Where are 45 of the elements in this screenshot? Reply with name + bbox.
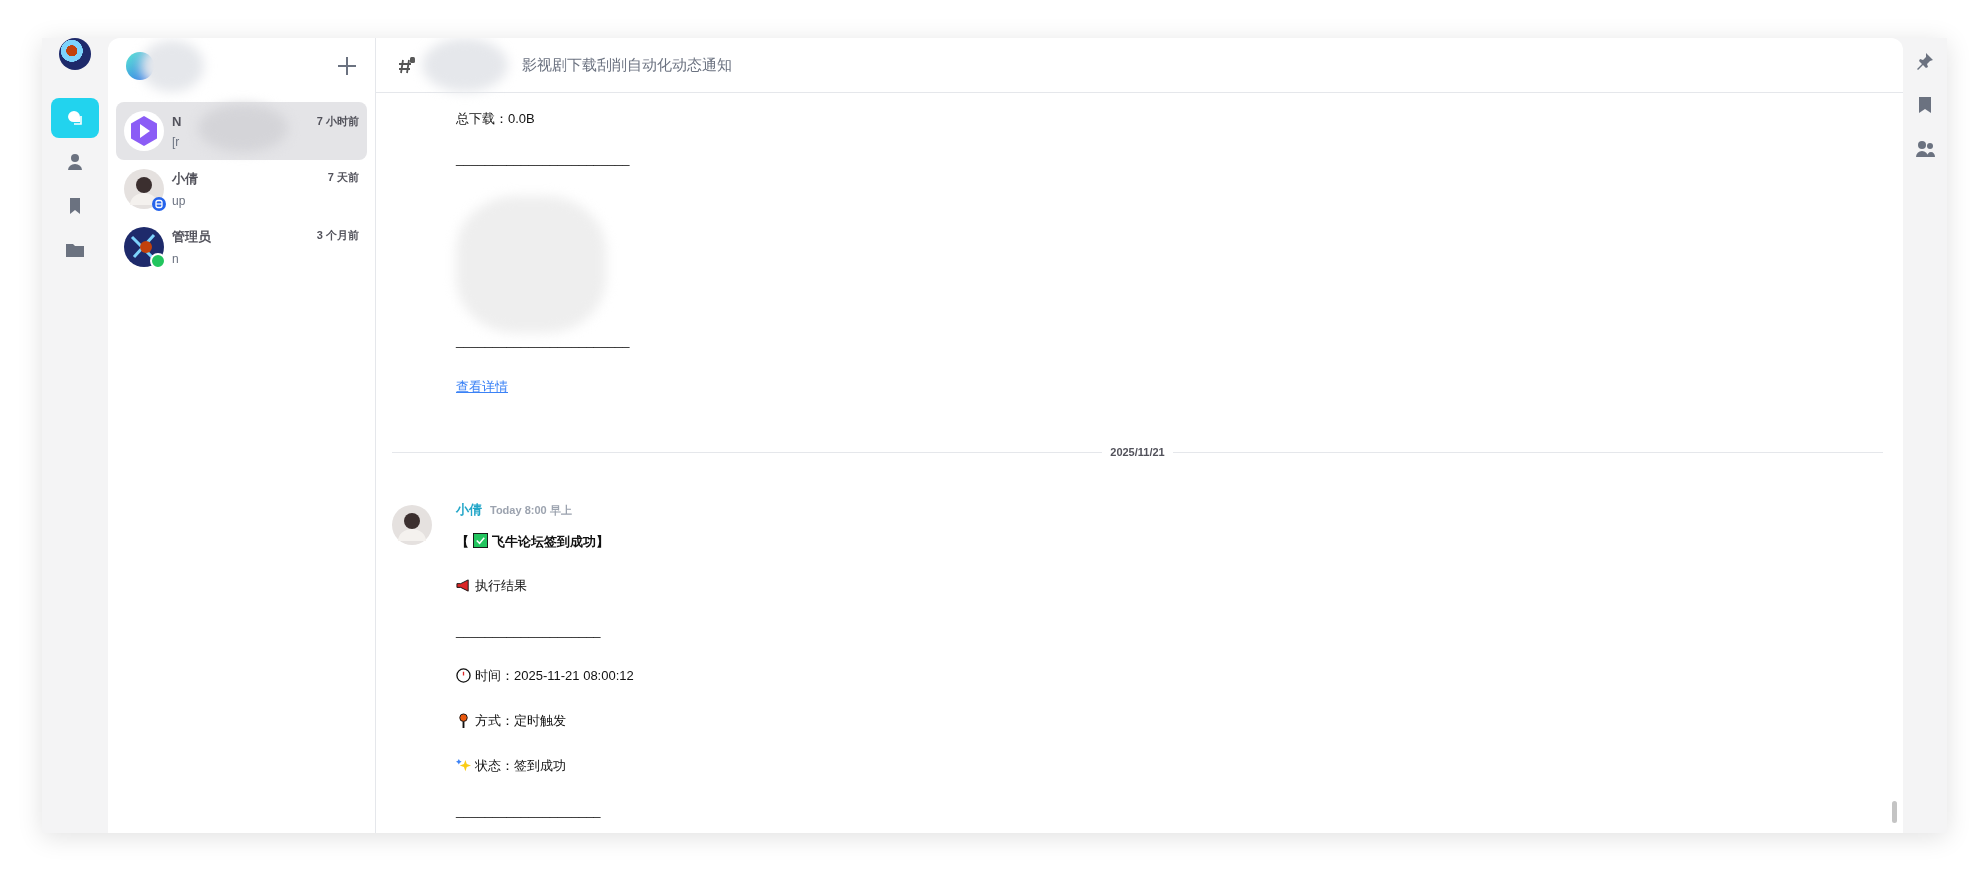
- channel-title: 影视剧下载刮削自动化动态通知: [522, 55, 732, 75]
- user-avatar[interactable]: [59, 38, 91, 70]
- scrollbar-thumb[interactable]: [1892, 801, 1897, 823]
- bookmark-icon[interactable]: [1918, 96, 1932, 114]
- channel-name: 小倩: [172, 170, 198, 188]
- separator-text: ________________________: [456, 333, 630, 349]
- message-title: 飞牛论坛签到成功】: [492, 533, 609, 551]
- message-time: Today 8:00 早上: [490, 503, 572, 518]
- message-text: 总下载：0.0B: [456, 111, 535, 127]
- separator-text: ____________________: [456, 623, 601, 639]
- user-avatar: [392, 505, 432, 545]
- add-button[interactable]: [337, 56, 357, 76]
- message-text: 执行结果: [475, 578, 527, 594]
- message-preview: up: [172, 194, 187, 208]
- message-text: 时间：2025-11-21 08:00:12: [475, 668, 634, 684]
- pin-icon[interactable]: [1916, 52, 1934, 70]
- private-channel-icon: [398, 56, 416, 74]
- channel-item[interactable]: 管理员 3 个月前 n: [116, 218, 367, 276]
- pin-icon: [456, 713, 471, 728]
- sparkles-icon: [456, 758, 471, 773]
- user-avatar: [124, 227, 164, 267]
- message-text: 方式：定时触发: [475, 713, 566, 729]
- folder-icon: [65, 241, 85, 259]
- chat-bubbles-icon: [66, 109, 84, 127]
- channel-avatar: [124, 111, 164, 151]
- message-text: 状态：签到成功: [475, 758, 566, 774]
- message-preview: n: [172, 252, 180, 266]
- megaphone-icon: [456, 578, 471, 593]
- last-message-time: 7 小时前: [316, 113, 359, 129]
- separator-text: ________________________: [456, 151, 630, 167]
- channel-item[interactable]: 小倩 7 天前 up: [116, 160, 367, 218]
- clock-icon: [456, 668, 471, 683]
- details-link[interactable]: 查看详情: [456, 378, 508, 396]
- channel-name: N: [172, 113, 182, 129]
- bracket-text: 【: [456, 533, 469, 551]
- message-preview: [r: [172, 134, 181, 149]
- check-icon: [473, 533, 488, 548]
- channel-name: 管理员: [172, 228, 211, 246]
- channel-item[interactable]: N 7 小时前 [r: [116, 102, 367, 160]
- user-avatar: [124, 169, 164, 209]
- members-icon[interactable]: [1915, 140, 1935, 158]
- last-message-time: 7 天前: [327, 170, 359, 185]
- last-message-time: 3 个月前: [316, 228, 359, 243]
- person-icon: [66, 153, 84, 171]
- separator-text: ____________________: [456, 803, 601, 819]
